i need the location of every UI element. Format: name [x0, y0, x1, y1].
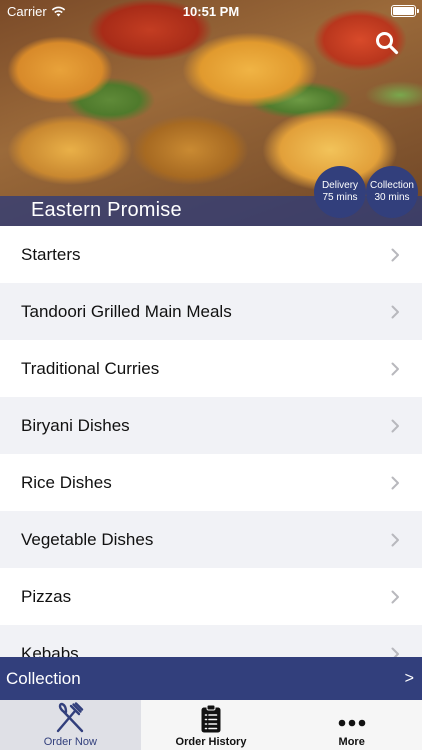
tab-order-now[interactable]: Order Now: [0, 700, 141, 750]
menu-item-label: Biryani Dishes: [21, 415, 130, 435]
chevron-right-icon: [391, 533, 399, 546]
order-type-label: Collection: [6, 668, 81, 688]
cutlery-icon: [57, 702, 84, 733]
collection-time: 30 mins: [374, 192, 410, 203]
battery-icon: [391, 5, 419, 17]
menu-item-pizzas[interactable]: Pizzas: [0, 568, 422, 625]
status-time: 10:51 PM: [182, 3, 240, 19]
delivery-label: Delivery: [321, 180, 359, 191]
delivery-time: 75 mins: [322, 192, 358, 203]
chevron-right-icon: [391, 248, 399, 261]
status-bar: Carrier 10:51 PM: [0, 0, 422, 22]
tab-label: Order Now: [43, 736, 97, 748]
order-type-bar[interactable]: Collection >: [0, 657, 422, 700]
menu-category-list: Starters Tandoori Grilled Main Meals Tra…: [0, 226, 422, 657]
chevron-right-icon: [391, 476, 399, 489]
chevron-right-icon: [391, 362, 399, 375]
tab-order-history[interactable]: Order History: [141, 700, 282, 750]
menu-item-starters[interactable]: Starters: [0, 226, 422, 283]
collection-time-badge: Collection 30 mins: [366, 166, 418, 218]
chevron-right-icon: [391, 305, 399, 318]
search-icon[interactable]: [374, 30, 400, 56]
hero-banner: Carrier 10:51 PM Delivery 75 mins Collec…: [0, 0, 422, 226]
tab-bar: Order Now Order History More: [0, 700, 422, 750]
status-left: Carrier: [7, 4, 66, 19]
chevron-right-icon: [391, 590, 399, 603]
menu-item-label: Rice Dishes: [21, 472, 112, 492]
order-type-arrow: >: [404, 669, 414, 687]
chevron-right-icon: [391, 647, 399, 657]
menu-item-label: Traditional Curries: [21, 358, 160, 378]
tab-label: More: [338, 736, 365, 748]
menu-item-label: Pizzas: [21, 586, 72, 606]
clipboard-icon: [201, 704, 221, 733]
carrier-label: Carrier: [7, 3, 47, 19]
collection-label: Collection: [370, 180, 414, 191]
menu-item-tandoori[interactable]: Tandoori Grilled Main Meals: [0, 283, 422, 340]
tab-label: Order History: [175, 736, 247, 748]
wifi-icon: [51, 6, 65, 16]
chevron-right-icon: [391, 419, 399, 432]
menu-item-label: Tandoori Grilled Main Meals: [21, 301, 232, 321]
menu-item-label: Vegetable Dishes: [21, 529, 154, 549]
menu-item-label: Kebabs: [21, 643, 79, 658]
menu-item-biryani[interactable]: Biryani Dishes: [0, 397, 422, 454]
tab-more[interactable]: More: [281, 700, 422, 750]
restaurant-name: Eastern Promise: [31, 199, 182, 221]
delivery-time-badge: Delivery 75 mins: [314, 166, 366, 218]
menu-item-kebabs[interactable]: Kebabs: [0, 625, 422, 657]
menu-item-vegetable[interactable]: Vegetable Dishes: [0, 511, 422, 568]
menu-item-label: Starters: [21, 244, 81, 264]
menu-item-rice[interactable]: Rice Dishes: [0, 454, 422, 511]
more-dots-icon: [338, 719, 365, 727]
menu-item-curries[interactable]: Traditional Curries: [0, 340, 422, 397]
